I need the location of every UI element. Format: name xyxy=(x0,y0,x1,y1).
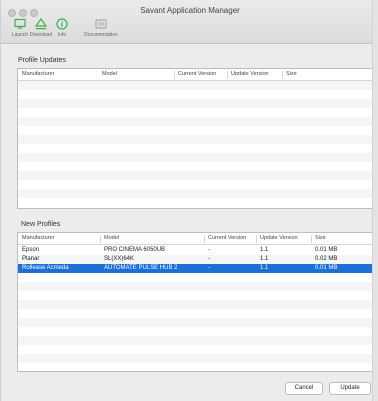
current-version-cell: - xyxy=(208,247,210,253)
empty-row xyxy=(18,171,372,180)
profile-updates-table[interactable]: Manufacturer Model Current Version Updat… xyxy=(17,68,373,209)
app-window: Savant Application Manager Launch Downlo… xyxy=(0,0,378,401)
table-row-selected[interactable]: Rollease Acmeda AUTOMATE PULSE HUB 2 - 1… xyxy=(18,264,372,273)
title-toolbar: Savant Application Manager Launch Downlo… xyxy=(1,0,378,44)
current-version-cell: - xyxy=(208,256,210,262)
update-version-cell: 1.1 xyxy=(260,256,269,262)
current-version-cell: - xyxy=(208,265,210,271)
empty-row xyxy=(18,117,372,126)
info-label: Info xyxy=(57,32,67,38)
empty-row xyxy=(18,318,372,327)
empty-row xyxy=(18,135,372,144)
new-profiles-title: New Profiles xyxy=(21,221,61,228)
empty-row xyxy=(18,81,372,90)
empty-row xyxy=(18,282,372,291)
column-divider xyxy=(311,235,312,243)
empty-row xyxy=(18,336,372,345)
profile-updates-title: Profile Updates xyxy=(18,57,66,64)
cancel-button[interactable]: Cancel xyxy=(285,382,323,395)
column-divider xyxy=(227,71,228,79)
info-button[interactable]: Info xyxy=(45,18,79,38)
new-profiles-header: Manufacturer Model Current Version Updat… xyxy=(18,233,372,245)
documentation-button[interactable]: Documentation xyxy=(76,18,126,38)
new-profiles-table[interactable]: Manufacturer Model Current Version Updat… xyxy=(17,232,373,372)
empty-row xyxy=(18,99,372,108)
info-icon xyxy=(56,18,68,30)
column-current-version[interactable]: Current Version xyxy=(178,71,216,77)
empty-row xyxy=(18,354,372,363)
column-divider xyxy=(204,235,205,243)
column-current-version[interactable]: Current Version xyxy=(208,235,246,241)
column-model[interactable]: Model xyxy=(102,71,117,77)
manufacturer-cell: Rollease Acmeda xyxy=(22,265,69,271)
column-size[interactable]: Size xyxy=(315,235,326,241)
size-cell: 0.02 MB xyxy=(315,256,338,262)
window-edge xyxy=(372,0,378,401)
column-model[interactable]: Model xyxy=(104,235,119,241)
column-manufacturer[interactable]: Manufacturer xyxy=(22,235,54,241)
column-divider xyxy=(100,235,101,243)
column-manufacturer[interactable]: Manufacturer xyxy=(22,71,54,77)
documentation-label: Documentation xyxy=(84,32,118,38)
column-update-version[interactable]: Update Version xyxy=(260,235,298,241)
column-update-version[interactable]: Update Version xyxy=(231,71,269,77)
profile-updates-header: Manufacturer Model Current Version Updat… xyxy=(18,69,372,81)
manufacturer-cell: Planar xyxy=(22,256,40,262)
model-cell: PRO CINEMA 6050UB xyxy=(104,247,166,253)
window-title: Savant Application Manager xyxy=(140,6,240,15)
column-divider xyxy=(174,71,175,79)
empty-row xyxy=(18,189,372,198)
column-divider xyxy=(256,235,257,243)
update-version-cell: 1.1 xyxy=(260,265,269,271)
model-cell: AUTOMATE PULSE HUB 2 xyxy=(104,265,178,271)
update-version-cell: 1.1 xyxy=(260,247,269,253)
size-cell: 0.01 MB xyxy=(315,247,338,253)
column-size[interactable]: Size xyxy=(286,71,297,77)
column-divider xyxy=(282,71,283,79)
empty-row xyxy=(18,300,372,309)
empty-row xyxy=(18,153,372,162)
table-row[interactable]: Epson PRO CINEMA 6050UB - 1.1 0.01 MB xyxy=(18,246,372,255)
size-cell: 0.01 MB xyxy=(315,265,338,271)
document-icon xyxy=(95,19,107,29)
update-button[interactable]: Update xyxy=(329,382,371,395)
table-row[interactable]: Planar SL(XX)64K - 1.1 0.02 MB xyxy=(18,255,372,264)
model-cell: SL(XX)64K xyxy=(104,256,135,262)
manufacturer-cell: Epson xyxy=(22,247,40,253)
